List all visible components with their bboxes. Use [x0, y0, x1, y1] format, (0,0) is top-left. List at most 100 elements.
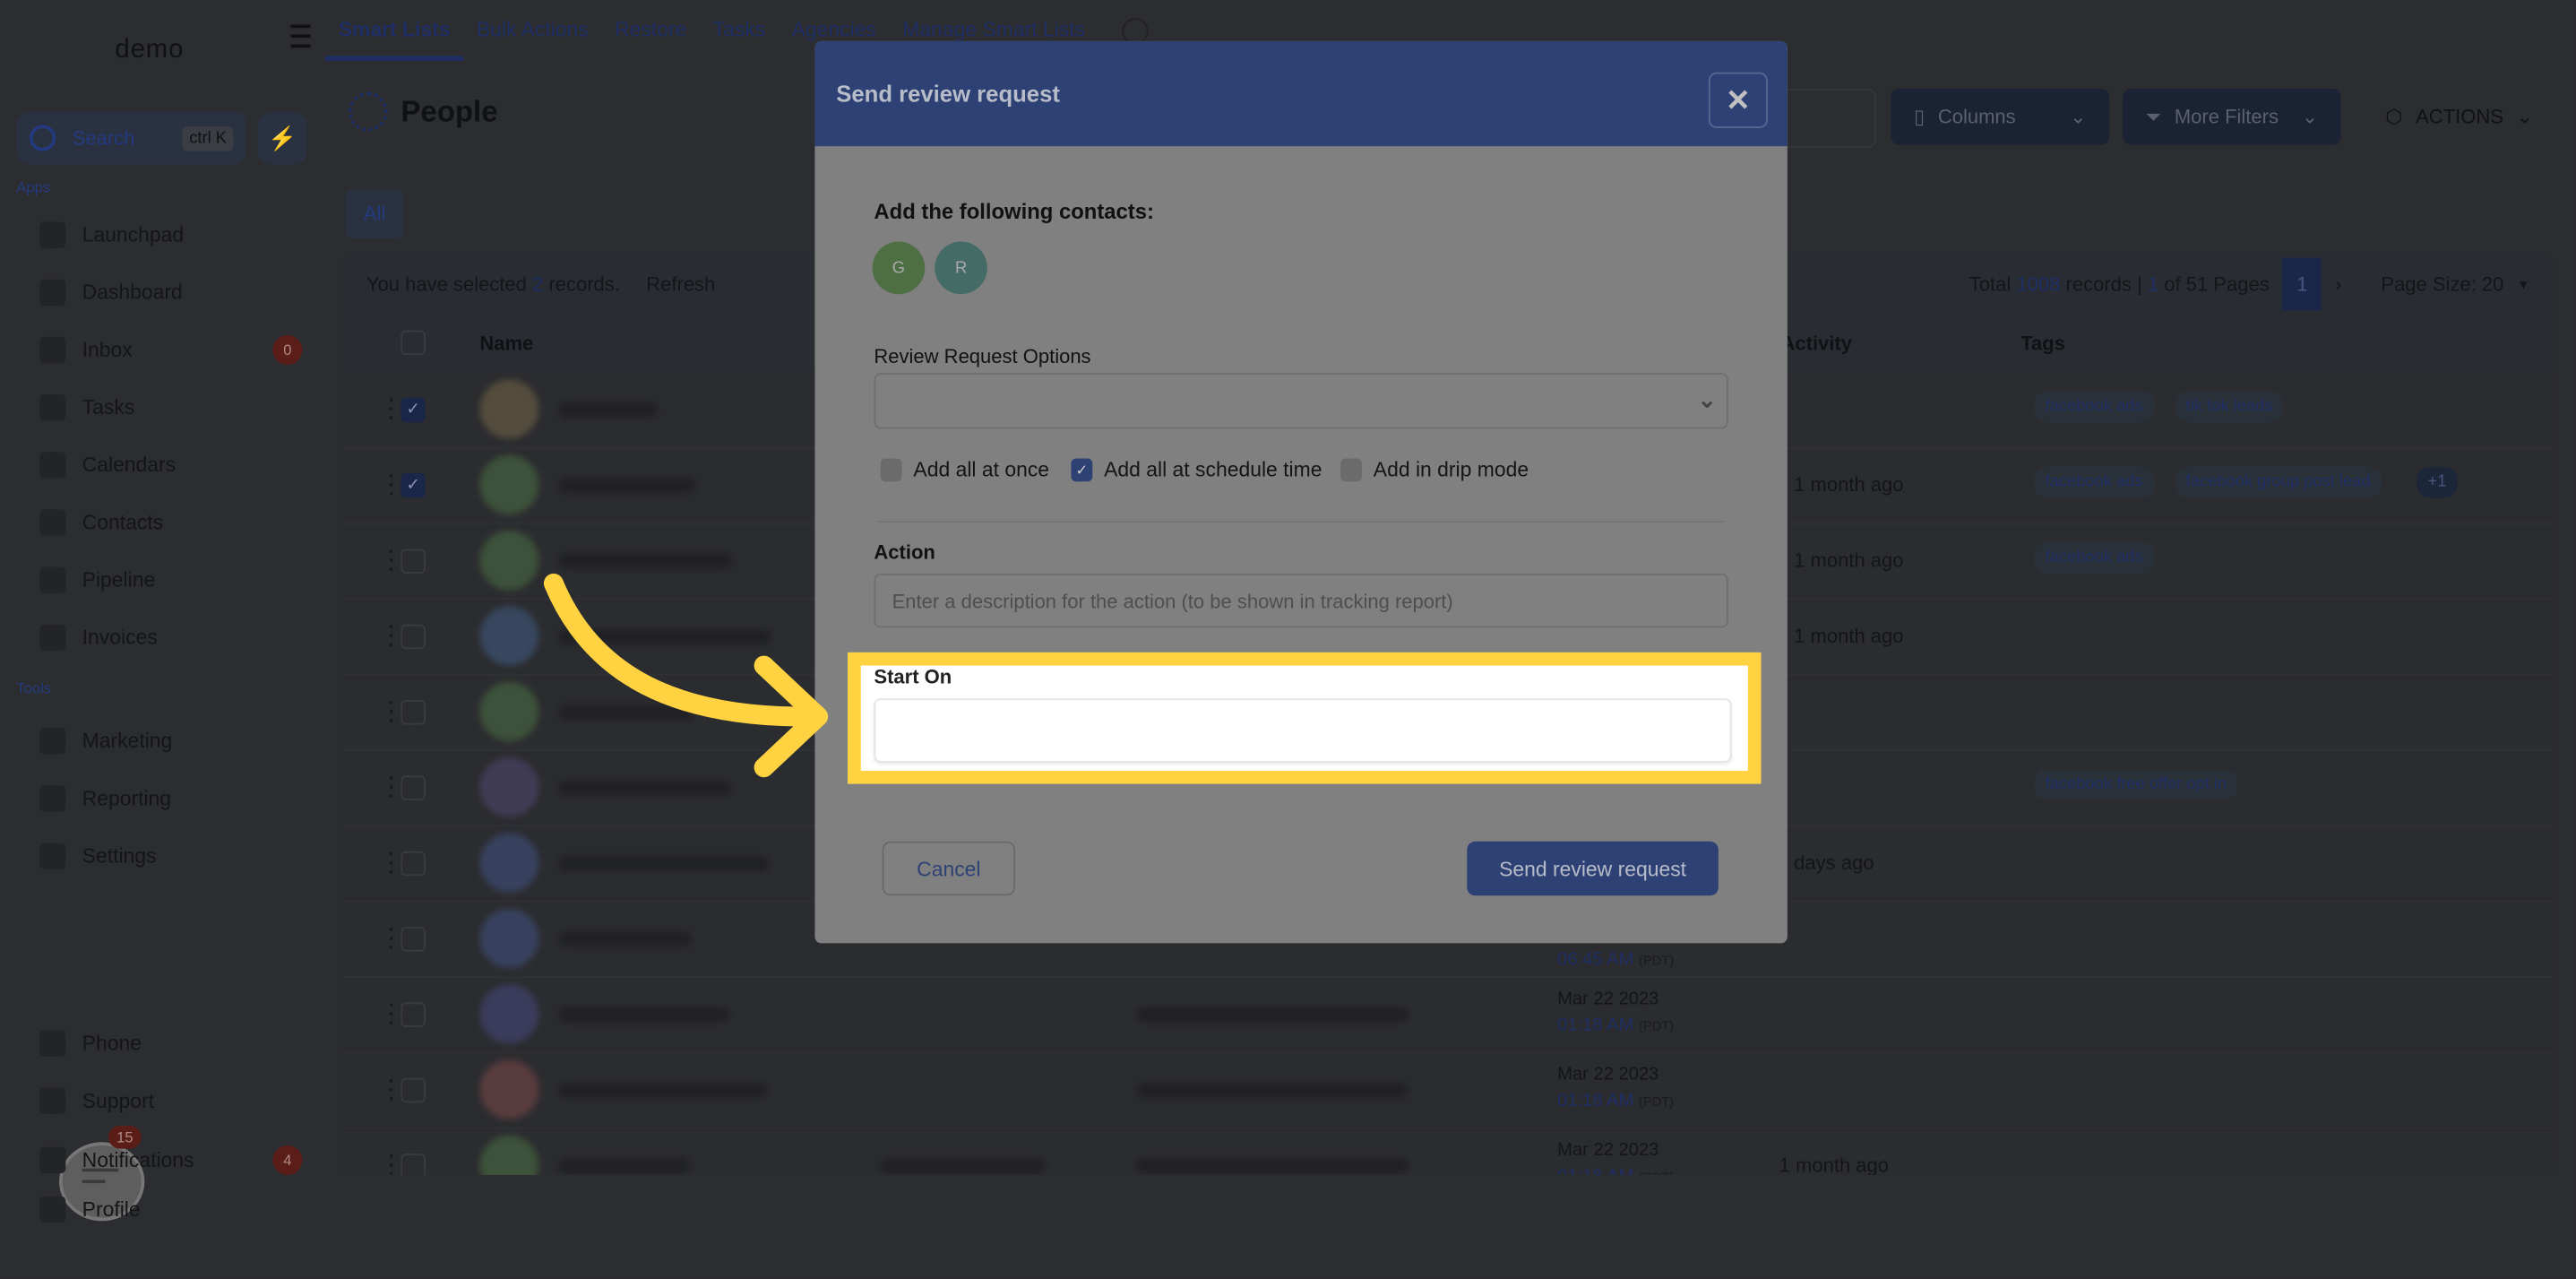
- column-name[interactable]: Name: [479, 332, 533, 355]
- contact-name-redacted[interactable]: [558, 553, 733, 569]
- row-checkbox[interactable]: [401, 927, 426, 952]
- tag-chip[interactable]: facebook ads: [2033, 542, 2155, 574]
- table-row[interactable]: ⋮ Mar 22 2023 01:18 AM (PDT): [341, 1051, 2555, 1129]
- row-menu-icon[interactable]: ⋮: [378, 699, 404, 726]
- actions-dropdown[interactable]: ⬡ ACTIONS ⌄: [2385, 89, 2533, 144]
- column-tags[interactable]: Tags: [2020, 332, 2065, 355]
- row-checkbox-checked[interactable]: ✓: [401, 397, 426, 423]
- checkbox[interactable]: [880, 458, 902, 482]
- action-description-input[interactable]: [874, 573, 1728, 628]
- time-value: 06:45 AM: [1557, 949, 1634, 970]
- tab-all[interactable]: All: [345, 188, 405, 238]
- gear-icon[interactable]: [1121, 17, 1148, 44]
- sidebar-item-reporting[interactable]: Reporting: [39, 782, 302, 816]
- calendar-icon: [39, 452, 66, 479]
- row-checkbox[interactable]: [401, 1002, 426, 1027]
- sidebar-item-inbox[interactable]: Inbox 0: [39, 333, 303, 367]
- row-checkbox-checked[interactable]: ✓: [401, 473, 426, 498]
- row-menu-icon[interactable]: ⋮: [378, 548, 404, 575]
- menu-toggle-icon[interactable]: [290, 24, 311, 48]
- row-menu-icon[interactable]: ⋮: [378, 926, 404, 953]
- sidebar-item-contacts[interactable]: Contacts: [39, 506, 302, 540]
- contact-name-redacted[interactable]: [558, 1083, 768, 1098]
- row-checkbox[interactable]: [401, 700, 426, 725]
- tab-tasks[interactable]: Tasks: [700, 0, 779, 61]
- contact-name-redacted[interactable]: [558, 780, 731, 796]
- mode-all-at-once[interactable]: Add all at once: [880, 458, 1049, 482]
- tag-chip[interactable]: facebook free offer opt in: [2033, 769, 2239, 800]
- sidebar-item-calendars[interactable]: Calendars: [39, 449, 302, 482]
- checkbox-checked[interactable]: ✓: [1071, 458, 1093, 482]
- contact-name-redacted[interactable]: [558, 856, 770, 871]
- contact-name-redacted[interactable]: [558, 629, 771, 644]
- sidebar-item-profile[interactable]: Profile: [39, 1193, 302, 1226]
- send-review-request-button[interactable]: Send review request: [1467, 841, 1719, 896]
- row-menu-icon[interactable]: ⋮: [378, 1153, 404, 1175]
- refresh-link[interactable]: Refresh: [646, 272, 715, 296]
- row-checkbox[interactable]: [401, 1154, 426, 1175]
- tab-smart-lists[interactable]: Smart Lists: [325, 0, 464, 61]
- review-options-select[interactable]: ⌄: [874, 373, 1728, 429]
- tag-chip[interactable]: tik tok leads: [2174, 391, 2285, 423]
- page-size-select[interactable]: Page Size: 20: [2381, 272, 2503, 296]
- chevron-down-icon: ⌄: [2516, 105, 2534, 129]
- more-tags-button[interactable]: +1: [2416, 466, 2459, 498]
- sidebar-item-dashboard[interactable]: Dashboard: [39, 276, 302, 309]
- row-checkbox[interactable]: [401, 851, 426, 877]
- contact-name-redacted[interactable]: [558, 478, 695, 494]
- mode-drip[interactable]: Add in drip mode: [1340, 458, 1529, 482]
- tab-bulk-actions[interactable]: Bulk Actions: [463, 0, 601, 61]
- row-checkbox[interactable]: [401, 1077, 426, 1103]
- row-checkbox[interactable]: [401, 624, 426, 650]
- contact-name-redacted[interactable]: [558, 704, 694, 721]
- row-menu-icon[interactable]: ⋮: [378, 624, 404, 651]
- contacts-label: Add the following contacts:: [874, 198, 1154, 224]
- page-1-button[interactable]: 1: [2282, 257, 2322, 311]
- row-menu-icon[interactable]: ⋮: [378, 1077, 404, 1104]
- tab-restore[interactable]: Restore: [601, 0, 700, 61]
- tag-chip[interactable]: facebook ads: [2033, 466, 2155, 498]
- row-checkbox[interactable]: [401, 549, 426, 574]
- search-button[interactable]: Search ctrl K: [16, 111, 247, 165]
- mode-label: Add in drip mode: [1373, 458, 1529, 482]
- row-menu-icon[interactable]: ⋮: [378, 774, 404, 801]
- contact-name-redacted[interactable]: [558, 931, 692, 947]
- sidebar-item-label: Profile: [82, 1197, 141, 1222]
- row-menu-icon[interactable]: ⋮: [378, 1002, 404, 1028]
- sidebar-item-tasks[interactable]: Tasks: [39, 391, 302, 424]
- next-page-icon[interactable]: ›: [2335, 272, 2341, 296]
- row-menu-icon[interactable]: ⋮: [378, 851, 404, 877]
- sidebar-item-invoices[interactable]: Invoices: [39, 621, 302, 654]
- tag-chip[interactable]: facebook group post lead: [2174, 466, 2382, 498]
- contact-avatar: R: [935, 241, 987, 295]
- table-row[interactable]: ⋮ Mar 22 2023 01:18 AM (PDT): [341, 976, 2555, 1054]
- contact-name-redacted[interactable]: [558, 402, 658, 418]
- time-text: 01:18 AM (PDT): [1557, 1088, 1674, 1116]
- checkbox[interactable]: [1340, 458, 1362, 482]
- sidebar-item-settings[interactable]: Settings: [39, 840, 302, 873]
- table-row[interactable]: ⋮ Mar 22 2023 01:18 AM (PDT) 1 month ago: [341, 1128, 2554, 1175]
- close-button[interactable]: ✕: [1708, 72, 1768, 129]
- quick-action-button[interactable]: ⚡: [257, 111, 307, 165]
- row-menu-icon[interactable]: ⋮: [378, 472, 404, 499]
- sidebar-item-notifications[interactable]: Notifications 4: [39, 1144, 303, 1177]
- contact-name-redacted[interactable]: [558, 1158, 691, 1174]
- mode-all-at-schedule[interactable]: ✓ Add all at schedule time: [1071, 458, 1322, 482]
- avatar: [479, 1135, 539, 1175]
- column-activity[interactable]: Activity: [1781, 332, 1852, 355]
- sidebar-item-launchpad[interactable]: Launchpad: [39, 219, 302, 252]
- row-menu-icon[interactable]: ⋮: [378, 397, 404, 424]
- more-filters-button[interactable]: ⏷ More Filters ⌄: [2122, 89, 2341, 145]
- cancel-button[interactable]: Cancel: [882, 841, 1016, 896]
- pages-suffix: of 51 Pages: [2164, 272, 2270, 297]
- sidebar-item-pipeline[interactable]: Pipeline: [39, 564, 302, 597]
- row-checkbox[interactable]: [401, 775, 426, 800]
- sidebar-item-phone[interactable]: Phone: [39, 1027, 302, 1060]
- columns-button[interactable]: ▯ Columns ⌄: [1891, 89, 2110, 145]
- sidebar-item-support[interactable]: Support: [39, 1085, 302, 1118]
- start-on-input[interactable]: [874, 698, 1732, 763]
- tag-chip[interactable]: facebook ads: [2033, 391, 2155, 423]
- contact-name-redacted[interactable]: [558, 1007, 730, 1023]
- select-all-checkbox[interactable]: [401, 330, 426, 356]
- sidebar-item-marketing[interactable]: Marketing: [39, 725, 302, 758]
